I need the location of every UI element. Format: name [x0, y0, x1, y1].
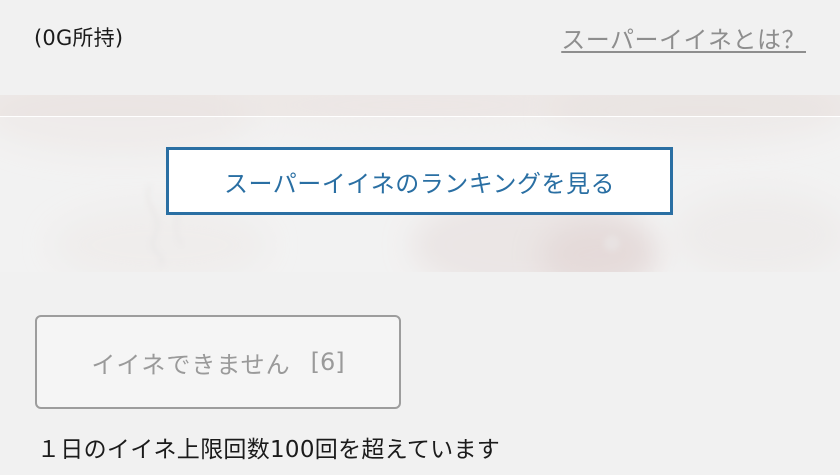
ranking-banner: スーパーイイネのランキングを見る — [0, 95, 840, 272]
like-button-label: イイネできません — [91, 350, 291, 379]
like-count: [6] — [310, 348, 345, 376]
daily-limit-message: １日のイイネ上限回数100回を超えています — [37, 437, 501, 463]
super-like-ranking-button[interactable]: スーパーイイネのランキングを見る — [166, 147, 673, 215]
like-button-disabled[interactable]: イイネできません [6] — [35, 315, 401, 409]
gold-count: (0G所持) — [34, 26, 124, 50]
super-like-help-link[interactable]: スーパーイイネとは？ — [561, 20, 806, 55]
header-row: (0G所持) スーパーイイネとは？ — [0, 0, 840, 75]
